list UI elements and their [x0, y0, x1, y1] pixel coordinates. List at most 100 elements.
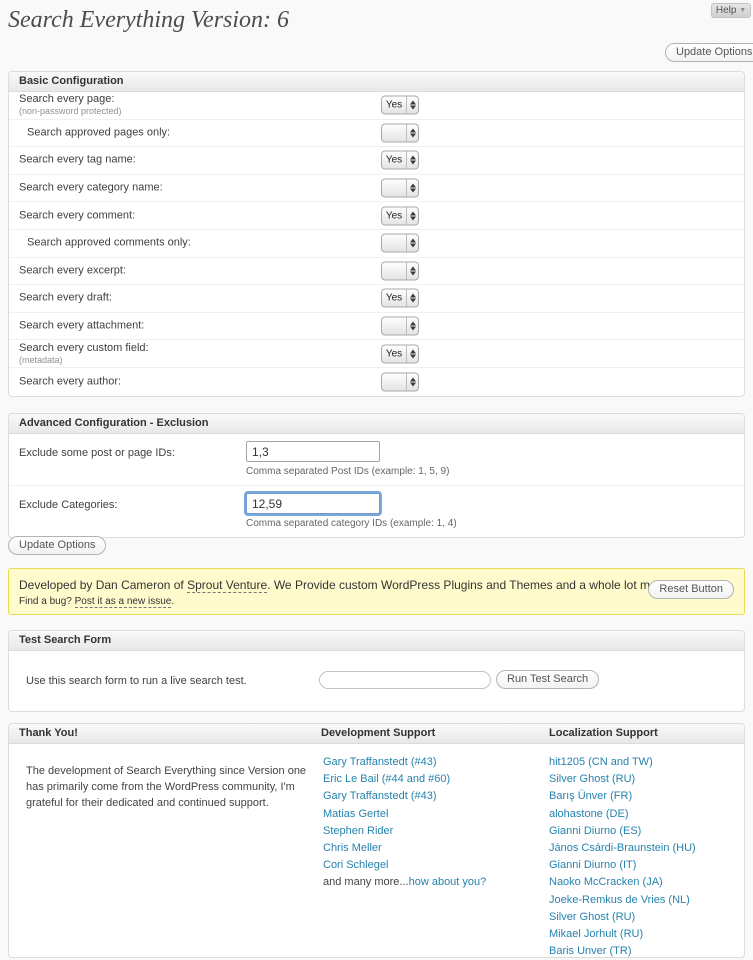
- dev-support-link[interactable]: Gary Traffanstedt (#43): [323, 756, 437, 768]
- setting-row: Search every author:: [9, 368, 744, 396]
- how-about-you-link[interactable]: how about you?: [409, 876, 487, 888]
- development-support-header: Development Support: [321, 724, 435, 743]
- yes-no-select[interactable]: Yes: [381, 96, 419, 115]
- reset-button[interactable]: Reset Button: [648, 580, 734, 599]
- basic-configuration-section: Basic Configuration Search every page: (…: [8, 71, 745, 397]
- select-value: Yes: [382, 97, 406, 114]
- select-value: [382, 262, 406, 279]
- helper-text: Comma separated category IDs (example: 1…: [246, 518, 744, 529]
- stepper-arrows-icon: [406, 262, 418, 279]
- development-support-list: Gary Traffanstedt (#43) Eric Le Bail (#4…: [323, 754, 486, 892]
- dev-support-link[interactable]: Eric Le Bail (#44 and #60): [323, 773, 450, 785]
- setting-label: Search every comment:: [19, 210, 135, 221]
- exclude-categories-input[interactable]: [246, 493, 380, 514]
- developer-notice: Developed by Dan Cameron of Sprout Ventu…: [8, 568, 745, 615]
- update-options-button-top[interactable]: Update Options: [665, 43, 753, 62]
- yes-no-select[interactable]: Yes: [381, 344, 419, 363]
- select-value: [382, 180, 406, 197]
- yes-no-select[interactable]: Yes: [381, 289, 419, 308]
- report-bug-link[interactable]: Post it as a new issue: [75, 596, 172, 608]
- update-options-button-bottom[interactable]: Update Options: [8, 536, 106, 555]
- chevron-down-icon: ▼: [739, 7, 746, 14]
- setting-sublabel: (non-password protected): [19, 107, 122, 116]
- exclude-categories-row: Exclude Categories: Comma separated cate…: [9, 486, 744, 537]
- setting-row: Search approved pages only:: [9, 120, 744, 148]
- setting-row: Search every draft: Yes: [9, 285, 744, 313]
- yes-no-select[interactable]: [381, 123, 419, 142]
- loc-support-link[interactable]: Joeke-Remkus de Vries (NL): [549, 894, 690, 906]
- setting-row: Search approved comments only:: [9, 230, 744, 258]
- thank-you-section: Thank You! Development Support Localizat…: [8, 723, 745, 958]
- loc-support-link[interactable]: Silver Ghost (RU): [549, 773, 635, 785]
- loc-support-link[interactable]: Mikael Jorhult (RU): [549, 928, 643, 940]
- setting-label: Exclude Categories:: [19, 499, 117, 511]
- yes-no-select[interactable]: [381, 234, 419, 253]
- setting-row: Search every comment: Yes: [9, 202, 744, 230]
- loc-support-link[interactable]: Gianni Diurno (ES): [549, 825, 641, 837]
- sprout-venture-link[interactable]: Sprout Venture: [187, 578, 267, 593]
- notice-line1: Developed by Dan Cameron of Sprout Ventu…: [19, 578, 734, 592]
- page-title: Search Everything Version: 6: [8, 7, 289, 34]
- thank-you-header: Thank You!: [19, 724, 78, 743]
- select-value: Yes: [382, 152, 406, 169]
- stepper-arrows-icon: [406, 124, 418, 141]
- loc-support-link[interactable]: Silver Ghost (RU): [549, 911, 635, 923]
- setting-label: Search every custom field: (metadata): [19, 343, 149, 365]
- exclude-ids-row: Exclude some post or page IDs: Comma sep…: [9, 434, 744, 486]
- setting-row: Search every excerpt:: [9, 258, 744, 286]
- stepper-arrows-icon: [406, 373, 418, 390]
- dev-support-link[interactable]: Matias Gertel: [323, 808, 388, 820]
- setting-sublabel: (metadata): [19, 356, 149, 365]
- loc-support-link[interactable]: hit1205 (CN and TW): [549, 756, 653, 768]
- loc-support-link[interactable]: Barış Ünver (FR): [549, 790, 632, 802]
- stepper-arrows-icon: [406, 152, 418, 169]
- select-value: Yes: [382, 345, 406, 362]
- select-value: Yes: [382, 207, 406, 224]
- stepper-arrows-icon: [406, 235, 418, 252]
- loc-support-link[interactable]: alohastone (DE): [549, 808, 629, 820]
- stepper-arrows-icon: [406, 97, 418, 114]
- test-search-input[interactable]: [319, 671, 491, 689]
- yes-no-select[interactable]: Yes: [381, 151, 419, 170]
- setting-label: Exclude some post or page IDs:: [19, 447, 175, 459]
- test-form-description: Use this search form to run a live searc…: [26, 675, 247, 687]
- help-label: Help: [716, 5, 737, 16]
- dev-support-link[interactable]: Chris Meller: [323, 842, 382, 854]
- dev-support-link[interactable]: Gary Traffanstedt (#43): [323, 790, 437, 802]
- setting-label: Search approved pages only:: [27, 127, 170, 138]
- loc-support-link[interactable]: János Csárdi-Braunstein (HU): [549, 842, 696, 854]
- yes-no-select[interactable]: Yes: [381, 206, 419, 225]
- thank-you-paragraph: The development of Search Everything sin…: [26, 763, 326, 811]
- yes-no-select[interactable]: [381, 372, 419, 391]
- select-value: [382, 318, 406, 335]
- stepper-arrows-icon: [406, 180, 418, 197]
- loc-support-link[interactable]: Baris Unver (TR): [549, 945, 632, 957]
- yes-no-select[interactable]: [381, 317, 419, 336]
- setting-label: Search every category name:: [19, 183, 163, 194]
- yes-no-select[interactable]: [381, 179, 419, 198]
- run-test-search-button[interactable]: Run Test Search: [496, 670, 599, 689]
- loc-support-link[interactable]: Naoko McCracken (JA): [549, 876, 663, 888]
- section-header: Advanced Configuration - Exclusion: [9, 414, 744, 434]
- section-header: Thank You! Development Support Localizat…: [9, 724, 744, 744]
- yes-no-select[interactable]: [381, 261, 419, 280]
- dev-support-link[interactable]: Cori Schlegel: [323, 859, 388, 871]
- exclude-post-ids-input[interactable]: [246, 441, 380, 462]
- setting-row: Search every page: (non-password protect…: [9, 92, 744, 120]
- select-value: [382, 235, 406, 252]
- helper-text: Comma separated Post IDs (example: 1, 5,…: [246, 466, 744, 477]
- setting-label: Search every author:: [19, 376, 121, 387]
- setting-label: Search every attachment:: [19, 321, 144, 332]
- advanced-configuration-section: Advanced Configuration - Exclusion Exclu…: [8, 413, 745, 538]
- help-tab[interactable]: Help ▼: [711, 3, 751, 18]
- localization-support-list: hit1205 (CN and TW) Silver Ghost (RU) Ba…: [549, 754, 696, 960]
- localization-support-header: Localization Support: [549, 724, 658, 743]
- setting-label: Search every page: (non-password protect…: [19, 94, 122, 116]
- test-search-form-section: Test Search Form Use this search form to…: [8, 630, 745, 712]
- section-header: Test Search Form: [9, 631, 744, 651]
- setting-row: Search every tag name: Yes: [9, 147, 744, 175]
- stepper-arrows-icon: [406, 345, 418, 362]
- loc-support-link[interactable]: Gianni Diurno (IT): [549, 859, 636, 871]
- dev-support-link[interactable]: Stephen Rider: [323, 825, 393, 837]
- stepper-arrows-icon: [406, 207, 418, 224]
